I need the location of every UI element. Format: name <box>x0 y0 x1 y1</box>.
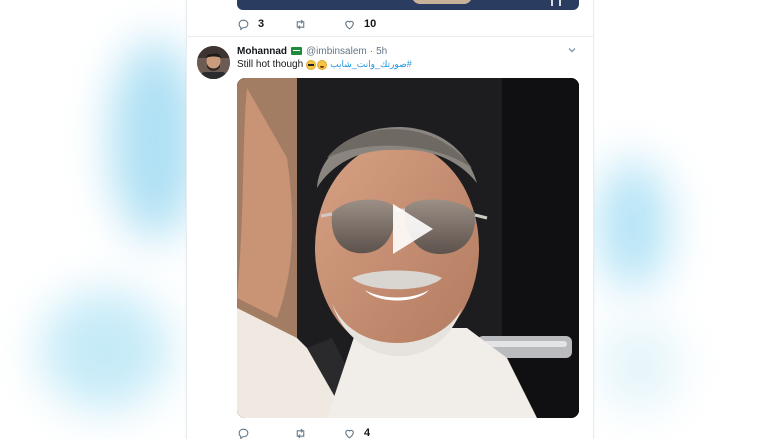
media-glimpse <box>412 0 472 4</box>
background-blur-shape <box>598 160 668 290</box>
like-button[interactable]: 10 <box>343 15 403 33</box>
play-icon[interactable] <box>375 196 441 262</box>
retweet-button[interactable] <box>294 15 343 33</box>
user-name[interactable]: Mohannad <box>237 46 287 57</box>
avatar[interactable] <box>197 46 230 79</box>
background-blur-shape <box>600 320 680 410</box>
like-icon <box>345 20 354 29</box>
sunglasses-emoji-icon <box>306 59 317 70</box>
reply-count: 3 <box>258 18 265 30</box>
like-button[interactable]: 4 <box>343 424 403 439</box>
hashtag-link[interactable]: #صورتك_وانت_شايب <box>330 59 412 70</box>
like-count: 4 <box>364 427 371 439</box>
like-icon <box>345 429 354 438</box>
retweet-icon <box>296 428 305 438</box>
caret-down-icon[interactable] <box>567 45 577 55</box>
tweet-timestamp[interactable]: 5h <box>376 46 387 57</box>
tweet-text: Still hot though #صورتك_وانت_شايب <box>237 57 579 72</box>
video-player[interactable] <box>237 78 579 418</box>
background-blur-shape <box>40 290 170 410</box>
previous-tweet-media[interactable] <box>237 0 579 10</box>
previous-tweet-action-bar: 3 10 <box>237 15 403 33</box>
media-control-icon[interactable] <box>551 0 561 6</box>
like-count: 10 <box>364 18 377 30</box>
reply-button[interactable] <box>237 424 294 439</box>
retweet-icon <box>296 19 305 29</box>
laughing-emoji-icon <box>317 59 328 70</box>
tweet-divider <box>187 36 593 37</box>
tweet-body: Still hot though <box>237 59 304 70</box>
reply-icon <box>238 428 249 439</box>
reply-icon <box>238 19 249 30</box>
retweet-button[interactable] <box>294 424 343 439</box>
separator: · <box>369 45 374 57</box>
tweet-action-bar: 4 <box>237 424 403 439</box>
flag-icon <box>291 47 302 55</box>
tweet-timeline: 3 10 Mohannad @imbinsalem · 5h Still hot… <box>186 0 594 439</box>
reply-button[interactable]: 3 <box>237 15 294 33</box>
user-handle[interactable]: @imbinsalem <box>306 46 367 57</box>
